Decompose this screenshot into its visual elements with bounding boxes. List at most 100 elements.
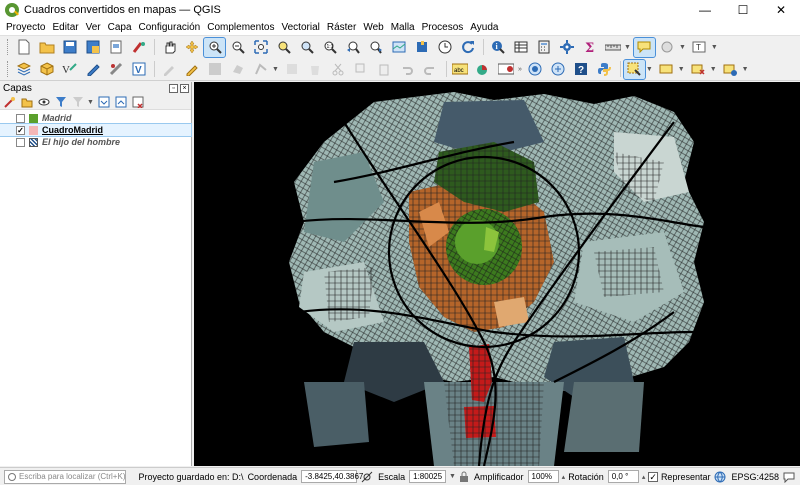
current-edits-icon[interactable] bbox=[158, 60, 179, 79]
help-icon[interactable]: ? bbox=[571, 60, 592, 79]
pin-labels-icon[interactable] bbox=[496, 60, 517, 79]
new-project-icon[interactable] bbox=[13, 38, 34, 57]
undo-icon[interactable] bbox=[397, 60, 418, 79]
rotation-spin-icon[interactable]: ▴ bbox=[642, 473, 646, 481]
show-attributes-icon[interactable] bbox=[720, 60, 741, 79]
cut-features-icon[interactable] bbox=[328, 60, 349, 79]
annotation-icon[interactable] bbox=[657, 38, 678, 57]
layer-visibility-checkbox[interactable]: ✓ bbox=[16, 125, 25, 135]
zoom-last-icon[interactable] bbox=[342, 38, 363, 57]
map-tips-icon[interactable] bbox=[632, 36, 656, 58]
menu-complementos[interactable]: Complementos bbox=[207, 21, 274, 34]
vertex-dropdown-icon[interactable]: ▼ bbox=[272, 66, 279, 73]
remove-layer-icon[interactable] bbox=[131, 96, 145, 109]
filter-expression-icon[interactable] bbox=[71, 96, 85, 109]
measure-icon[interactable] bbox=[602, 38, 623, 57]
paste-features-icon[interactable] bbox=[374, 60, 395, 79]
refresh-icon[interactable] bbox=[457, 38, 478, 57]
float-panel-icon[interactable]: ▫ bbox=[169, 84, 178, 93]
menu-capa[interactable]: Capa bbox=[108, 21, 132, 34]
virtual-layer-icon[interactable]: V bbox=[128, 60, 149, 79]
diagram-tool-icon[interactable] bbox=[473, 60, 494, 79]
magnifier-field[interactable]: 100% bbox=[527, 470, 559, 483]
crs-globe-icon[interactable] bbox=[714, 471, 726, 483]
add-feature-icon[interactable] bbox=[227, 60, 248, 79]
temporal-controller-icon[interactable] bbox=[434, 38, 455, 57]
label-tool-icon[interactable]: abc bbox=[450, 60, 471, 79]
crs-label[interactable]: EPSG:4258 bbox=[731, 472, 779, 482]
toolbar-grip[interactable] bbox=[7, 61, 10, 77]
zoom-layer-icon[interactable] bbox=[296, 38, 317, 57]
copy-features-icon[interactable] bbox=[351, 60, 372, 79]
add-group-icon[interactable] bbox=[20, 96, 34, 109]
layer-item-cuadromadrid[interactable]: ✓ CuadroMadrid bbox=[0, 123, 192, 137]
delete-selected-icon[interactable] bbox=[305, 60, 326, 79]
layer-item-madrid[interactable]: Madrid bbox=[0, 112, 191, 124]
expand-all-icon[interactable] bbox=[97, 96, 111, 109]
lock-scale-icon[interactable] bbox=[459, 471, 469, 483]
metasearch-icon[interactable] bbox=[525, 60, 546, 79]
deselect-icon[interactable] bbox=[688, 60, 709, 79]
field-calculator-icon[interactable] bbox=[533, 38, 554, 57]
pan-to-selection-icon[interactable] bbox=[181, 38, 202, 57]
style-panel-icon[interactable] bbox=[3, 96, 17, 109]
manage-visibility-icon[interactable] bbox=[37, 96, 51, 109]
digitize-icon[interactable] bbox=[82, 60, 103, 79]
temp-layer-icon[interactable] bbox=[105, 60, 126, 79]
zoom-selection-icon[interactable] bbox=[273, 38, 294, 57]
attribute-table-icon[interactable] bbox=[510, 38, 531, 57]
select-dropdown-icon[interactable]: ▼ bbox=[646, 66, 653, 73]
map-canvas[interactable] bbox=[194, 82, 800, 466]
locator-search-input[interactable]: Escriba para localizar (Ctrl+K) bbox=[4, 469, 127, 484]
layer-visibility-checkbox[interactable] bbox=[16, 113, 25, 123]
measure-dropdown-icon[interactable]: ▼ bbox=[624, 44, 631, 51]
menu-procesos[interactable]: Procesos bbox=[422, 21, 464, 34]
scale-field[interactable]: 1:80025 bbox=[409, 470, 447, 483]
select-by-expression-icon[interactable] bbox=[656, 60, 677, 79]
text-annotation-icon[interactable]: T bbox=[689, 38, 710, 57]
new-3d-view-icon[interactable] bbox=[411, 38, 432, 57]
rotation-field[interactable]: 0,0 ° bbox=[607, 470, 639, 483]
geocoder-icon[interactable] bbox=[548, 60, 569, 79]
save-as-icon[interactable] bbox=[82, 38, 103, 57]
menu-raster[interactable]: Ráster bbox=[327, 21, 356, 34]
pan-icon[interactable] bbox=[158, 38, 179, 57]
menu-configuracion[interactable]: Configuración bbox=[139, 21, 201, 34]
new-map-view-icon[interactable] bbox=[388, 38, 409, 57]
collapse-all-icon[interactable] bbox=[114, 96, 128, 109]
toggle-editing-icon[interactable] bbox=[181, 60, 202, 79]
zoom-native-icon[interactable]: 1:1 bbox=[319, 38, 340, 57]
menu-proyecto[interactable]: Proyecto bbox=[6, 21, 45, 34]
coordinate-field[interactable]: -3.8425,40.3867 bbox=[301, 470, 363, 483]
statistics-icon[interactable]: Σ bbox=[579, 38, 600, 57]
filter-dropdown-icon[interactable]: ▼ bbox=[87, 99, 94, 106]
more-tools-icon[interactable]: » bbox=[518, 66, 522, 73]
messages-icon[interactable] bbox=[783, 471, 795, 483]
menu-malla[interactable]: Malla bbox=[391, 21, 415, 34]
annotation-dropdown-icon[interactable]: ▼ bbox=[679, 44, 686, 51]
menu-ver[interactable]: Ver bbox=[86, 21, 101, 34]
menu-vectorial[interactable]: Vectorial bbox=[282, 21, 320, 34]
deselect-dropdown-icon[interactable]: ▼ bbox=[710, 66, 717, 73]
render-checkbox[interactable]: ✓ bbox=[648, 471, 658, 482]
modify-attributes-icon[interactable] bbox=[282, 60, 303, 79]
menu-editar[interactable]: Editar bbox=[52, 21, 78, 34]
select-features-icon[interactable] bbox=[622, 58, 646, 80]
save-edits-icon[interactable] bbox=[204, 60, 225, 79]
toolbar-grip[interactable] bbox=[7, 39, 10, 55]
close-button[interactable]: ✕ bbox=[762, 0, 800, 20]
scale-dropdown-icon[interactable]: ▼ bbox=[449, 473, 456, 480]
text-annotation-dropdown-icon[interactable]: ▼ bbox=[711, 44, 718, 51]
save-icon[interactable] bbox=[59, 38, 80, 57]
magnifier-spin-icon[interactable]: ▴ bbox=[562, 473, 566, 481]
minimize-button[interactable]: — bbox=[686, 0, 724, 20]
zoom-full-icon[interactable] bbox=[250, 38, 271, 57]
close-panel-icon[interactable]: × bbox=[180, 84, 189, 93]
layer-item-el-hijo-del-hombre[interactable]: El hijo del hombre bbox=[0, 136, 191, 148]
data-source-manager-icon[interactable] bbox=[13, 60, 34, 79]
style-manager-icon[interactable] bbox=[128, 38, 149, 57]
open-project-icon[interactable] bbox=[36, 38, 57, 57]
redo-icon[interactable] bbox=[420, 60, 441, 79]
menu-web[interactable]: Web bbox=[363, 21, 383, 34]
expression-dropdown-icon[interactable]: ▼ bbox=[678, 66, 685, 73]
